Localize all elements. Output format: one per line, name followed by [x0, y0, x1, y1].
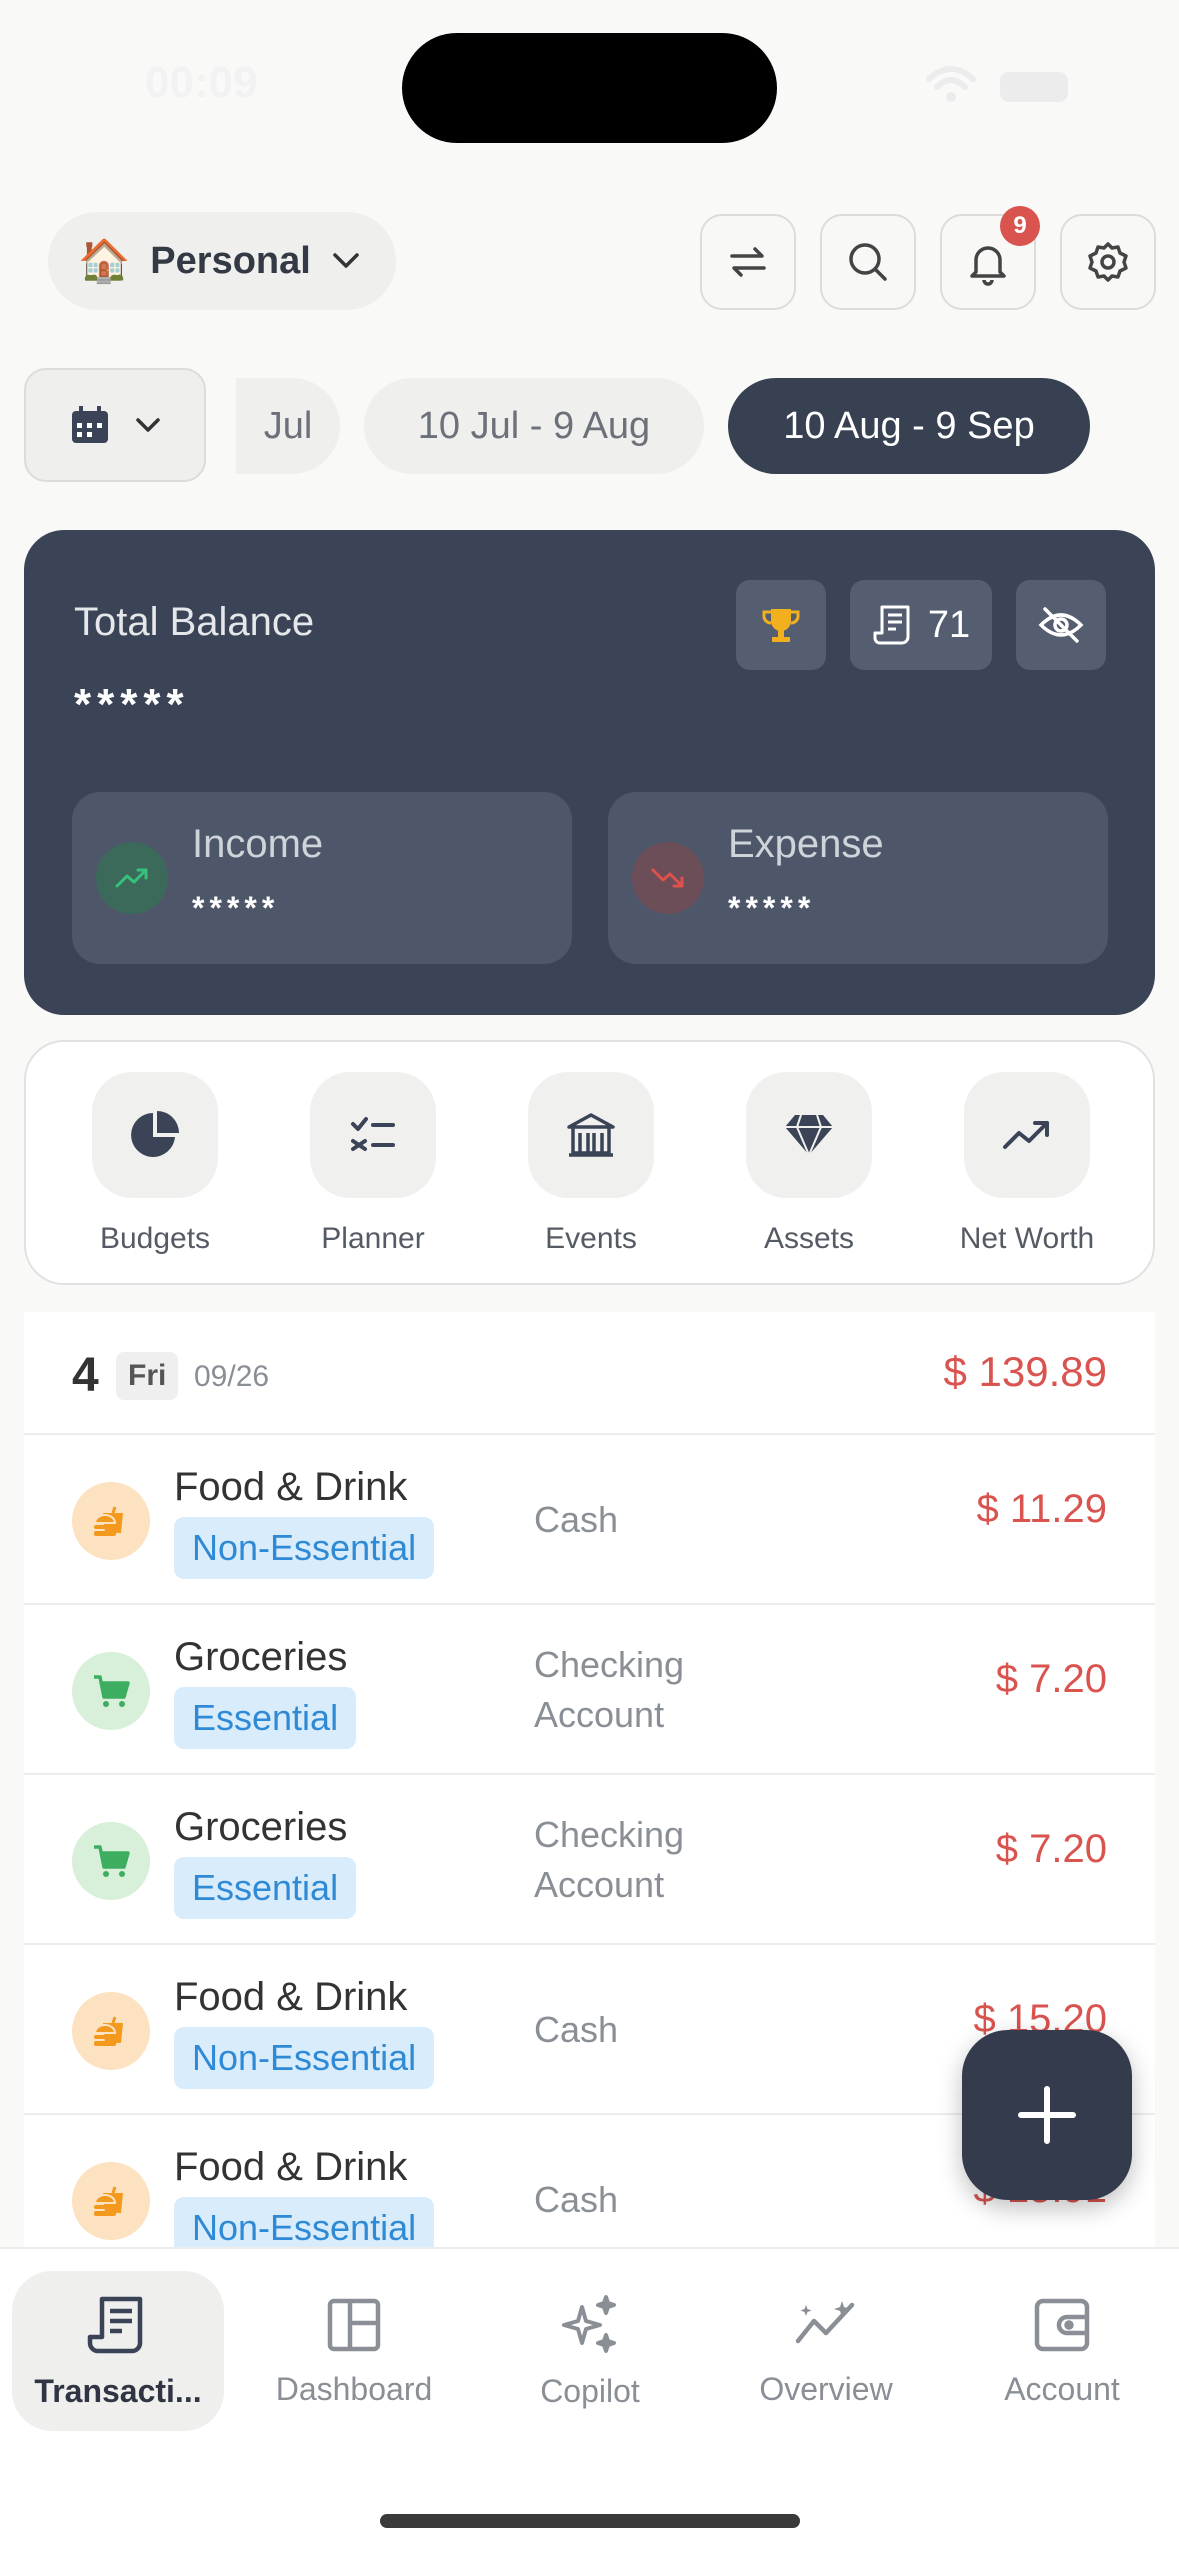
quick-action-planner[interactable]: Planner: [278, 1072, 468, 1256]
transaction-tag: Essential: [174, 1687, 357, 1749]
tent-icon: [567, 1113, 615, 1157]
day-total: $ 139.89: [943, 1348, 1108, 1395]
status-time: 00:09: [145, 58, 258, 107]
transaction-tag: Non-Essential: [174, 1517, 435, 1579]
chevron-down-icon: [136, 418, 160, 432]
transaction-amount: $ 11.29: [976, 1487, 1108, 1531]
burger-icon: [72, 1482, 150, 1560]
sparkles-icon: [562, 2294, 616, 2353]
income-label: Income: [192, 822, 324, 866]
transaction-row[interactable]: Groceries Essential Checking Account $ 7…: [24, 1605, 1155, 1775]
weekday-badge: Fri: [116, 1352, 179, 1400]
quick-action-events[interactable]: Events: [496, 1072, 686, 1256]
transaction-category: Food & Drink: [174, 1465, 408, 1509]
quick-action-assets[interactable]: Assets: [714, 1072, 904, 1256]
period-jul-aug[interactable]: 10 Jul - 9 Aug: [364, 378, 704, 474]
transaction-row[interactable]: Groceries Essential Checking Account $ 7…: [24, 1775, 1155, 1945]
receipts-button[interactable]: 71: [850, 580, 992, 670]
transfer-icon: [730, 247, 766, 277]
quick-actions-panel: Budgets Planner Events Assets Net Worth: [24, 1040, 1155, 1285]
transfer-button[interactable]: [700, 214, 796, 310]
chevron-down-icon: [333, 253, 359, 268]
cart-icon: [72, 1652, 150, 1730]
nav-overview[interactable]: Overview: [720, 2271, 932, 2431]
bell-icon: [970, 246, 1006, 286]
period-aug-sep[interactable]: 10 Aug - 9 Sep: [728, 378, 1090, 474]
day-number: 4: [72, 1349, 99, 1402]
hide-balance-button[interactable]: [1016, 580, 1106, 670]
trend-down-icon: [632, 842, 704, 914]
receipt-icon: [87, 2296, 143, 2353]
achievements-button[interactable]: [736, 580, 826, 670]
pie-chart-icon: [131, 1111, 179, 1157]
period-jul[interactable]: Jul: [236, 378, 340, 474]
search-icon: [849, 243, 887, 281]
trophy-icon: [762, 609, 800, 642]
add-transaction-button[interactable]: [962, 2030, 1132, 2200]
house-icon: 🏠: [78, 236, 131, 284]
income-value: *****: [192, 890, 280, 926]
diamond-icon: [785, 1114, 833, 1158]
search-button[interactable]: [820, 214, 916, 310]
transaction-tag: Essential: [174, 1857, 357, 1919]
transaction-tag: Non-Essential: [174, 2027, 435, 2089]
transaction-tag: Non-Essential: [174, 2197, 435, 2247]
transaction-category: Food & Drink: [174, 1975, 408, 2019]
battery-icon: [1000, 72, 1068, 102]
trend-up-icon: [96, 842, 168, 914]
transaction-account: Checking Account: [534, 1813, 685, 1905]
balance-value: *****: [74, 680, 190, 729]
notification-badge: 9: [1000, 206, 1040, 246]
home-indicator: [380, 2514, 800, 2528]
nav-account[interactable]: Account: [956, 2271, 1168, 2431]
wifi-icon: [926, 66, 976, 102]
transaction-category: Food & Drink: [174, 2145, 408, 2189]
settings-button[interactable]: [1060, 214, 1156, 310]
transaction-account: Checking Account: [534, 1643, 685, 1735]
quick-action-net-worth[interactable]: Net Worth: [932, 1072, 1122, 1256]
income-card[interactable]: Income *****: [72, 792, 572, 964]
notifications-button[interactable]: 9: [940, 206, 1040, 310]
wallet-icon: [1034, 2298, 1090, 2351]
plus-icon: [1018, 2086, 1076, 2144]
transaction-row[interactable]: Food & Drink Non-Essential Cash $ 11.29: [24, 1435, 1155, 1605]
eye-off-icon: [1038, 607, 1084, 643]
layout-icon: [327, 2298, 381, 2351]
burger-icon: [72, 1992, 150, 2070]
transaction-amount: $ 7.20: [995, 1827, 1107, 1871]
transaction-account: Cash: [534, 1498, 619, 1540]
profile-switcher[interactable]: 🏠 Personal: [48, 212, 396, 310]
cart-icon: [72, 1822, 150, 1900]
transaction-account: Cash: [534, 2178, 619, 2220]
expense-value: *****: [728, 890, 816, 926]
bottom-navigation: Transacti... Dashboard Copilot Overview …: [0, 2247, 1179, 2556]
day-date: 09/26: [194, 1360, 270, 1393]
dynamic-island: [402, 33, 777, 143]
transaction-amount: $ 7.20: [995, 1657, 1107, 1701]
transaction-category: Groceries: [174, 1805, 348, 1849]
day-header: 4 Fri 09/26 $ 139.89: [24, 1312, 1155, 1435]
nav-dashboard[interactable]: Dashboard: [248, 2271, 460, 2431]
transaction-account: Cash: [534, 2008, 619, 2050]
expense-label: Expense: [728, 822, 884, 866]
gear-icon: [1088, 242, 1128, 282]
balance-title: Total Balance: [74, 600, 315, 644]
receipts-count: 71: [927, 603, 971, 646]
calendar-picker-button[interactable]: [24, 368, 206, 482]
calendar-icon: [72, 406, 108, 443]
nav-transactions[interactable]: Transacti...: [12, 2271, 224, 2431]
quick-action-budgets[interactable]: Budgets: [60, 1072, 250, 1256]
receipt-icon: [873, 605, 910, 645]
checklist-icon: [351, 1117, 395, 1151]
nav-copilot[interactable]: Copilot: [484, 2271, 696, 2431]
trend-up-icon: [1003, 1121, 1049, 1149]
expense-card[interactable]: Expense *****: [608, 792, 1108, 964]
profile-label: Personal: [150, 239, 311, 282]
transaction-category: Groceries: [174, 1635, 348, 1679]
chart-line-icon: [795, 2300, 855, 2343]
burger-icon: [72, 2162, 150, 2240]
balance-card: Total Balance ***** 71 Income ***** Expe…: [24, 530, 1155, 1015]
